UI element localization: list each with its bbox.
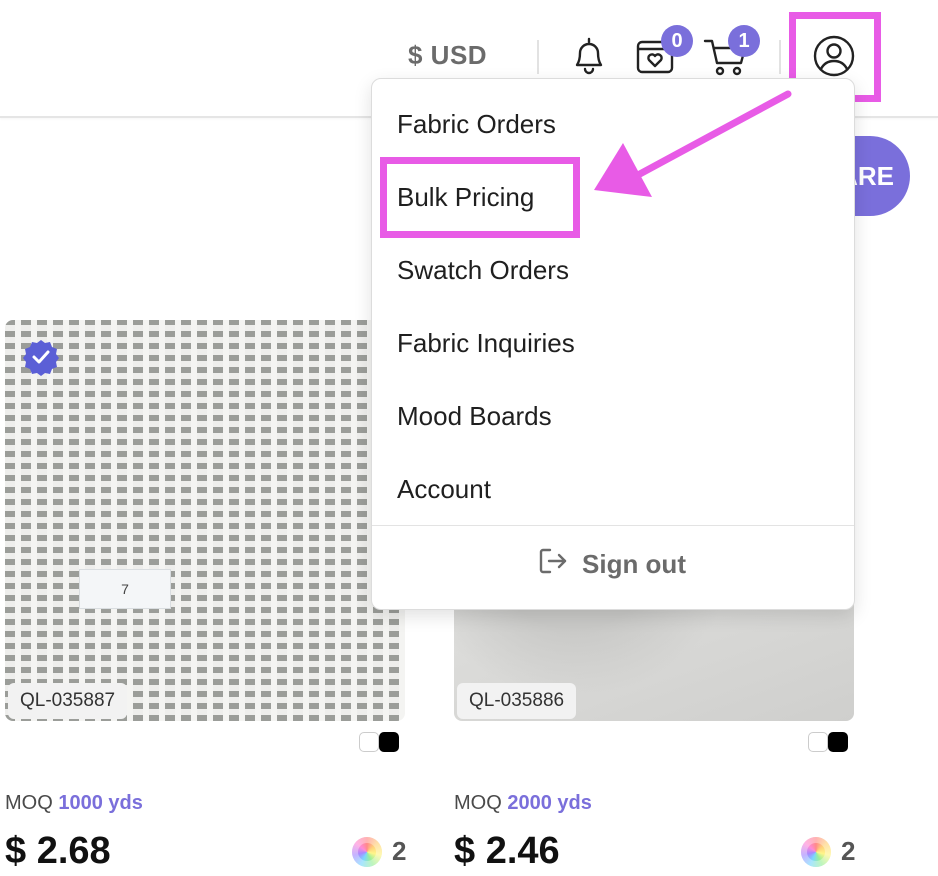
- product-price: $ 2.68: [5, 830, 111, 872]
- black-swatch[interactable]: [379, 732, 399, 752]
- moq-value: 2000 yds: [507, 792, 592, 814]
- cart-count-badge: 1: [728, 25, 760, 57]
- moq-label: MOQ: [454, 792, 502, 814]
- header-divider: [779, 40, 781, 74]
- bell-icon[interactable]: [567, 34, 611, 78]
- color-swatches[interactable]: [808, 732, 848, 752]
- fabric-label-tag: 7: [79, 569, 171, 609]
- color-swatches[interactable]: [359, 732, 399, 752]
- currency-selector[interactable]: $ USD: [408, 40, 487, 71]
- menu-item-fabric-orders[interactable]: Fabric Orders: [397, 109, 556, 140]
- sku-tag: QL-035887: [8, 683, 128, 719]
- product-price: $ 2.46: [454, 830, 560, 872]
- black-swatch[interactable]: [828, 732, 848, 752]
- product-image[interactable]: 7 QL-035887: [5, 320, 405, 721]
- color-wheel-icon: [801, 836, 831, 867]
- menu-item-mood-boards[interactable]: Mood Boards: [397, 401, 552, 432]
- color-count-value: 2: [392, 836, 407, 866]
- menu-item-swatch-orders[interactable]: Swatch Orders: [397, 255, 569, 286]
- header-divider: [537, 40, 539, 74]
- moq-label: MOQ: [5, 792, 53, 814]
- color-count[interactable]: 2: [801, 836, 855, 867]
- color-count[interactable]: 2: [352, 836, 406, 867]
- color-count-value: 2: [841, 836, 856, 866]
- white-swatch[interactable]: [808, 732, 828, 752]
- menu-item-account[interactable]: Account: [397, 474, 491, 505]
- moq-value: 1000 yds: [58, 792, 143, 814]
- menu-item-fabric-inquiries[interactable]: Fabric Inquiries: [397, 328, 575, 359]
- color-wheel-icon: [352, 836, 382, 867]
- menu-divider: [372, 525, 854, 526]
- sku-tag: QL-035886: [457, 683, 577, 719]
- bulk-pricing-highlight-box: [380, 157, 580, 238]
- white-swatch[interactable]: [359, 732, 379, 752]
- moq-info: MOQ 1000 yds: [5, 792, 143, 815]
- sign-out-button[interactable]: Sign out: [538, 547, 686, 582]
- sign-out-label: Sign out: [582, 549, 686, 579]
- moq-info: MOQ 2000 yds: [454, 792, 592, 815]
- favorites-count-badge: 0: [661, 25, 693, 57]
- sign-out-icon: [538, 547, 568, 582]
- verified-badge-icon: [22, 338, 60, 376]
